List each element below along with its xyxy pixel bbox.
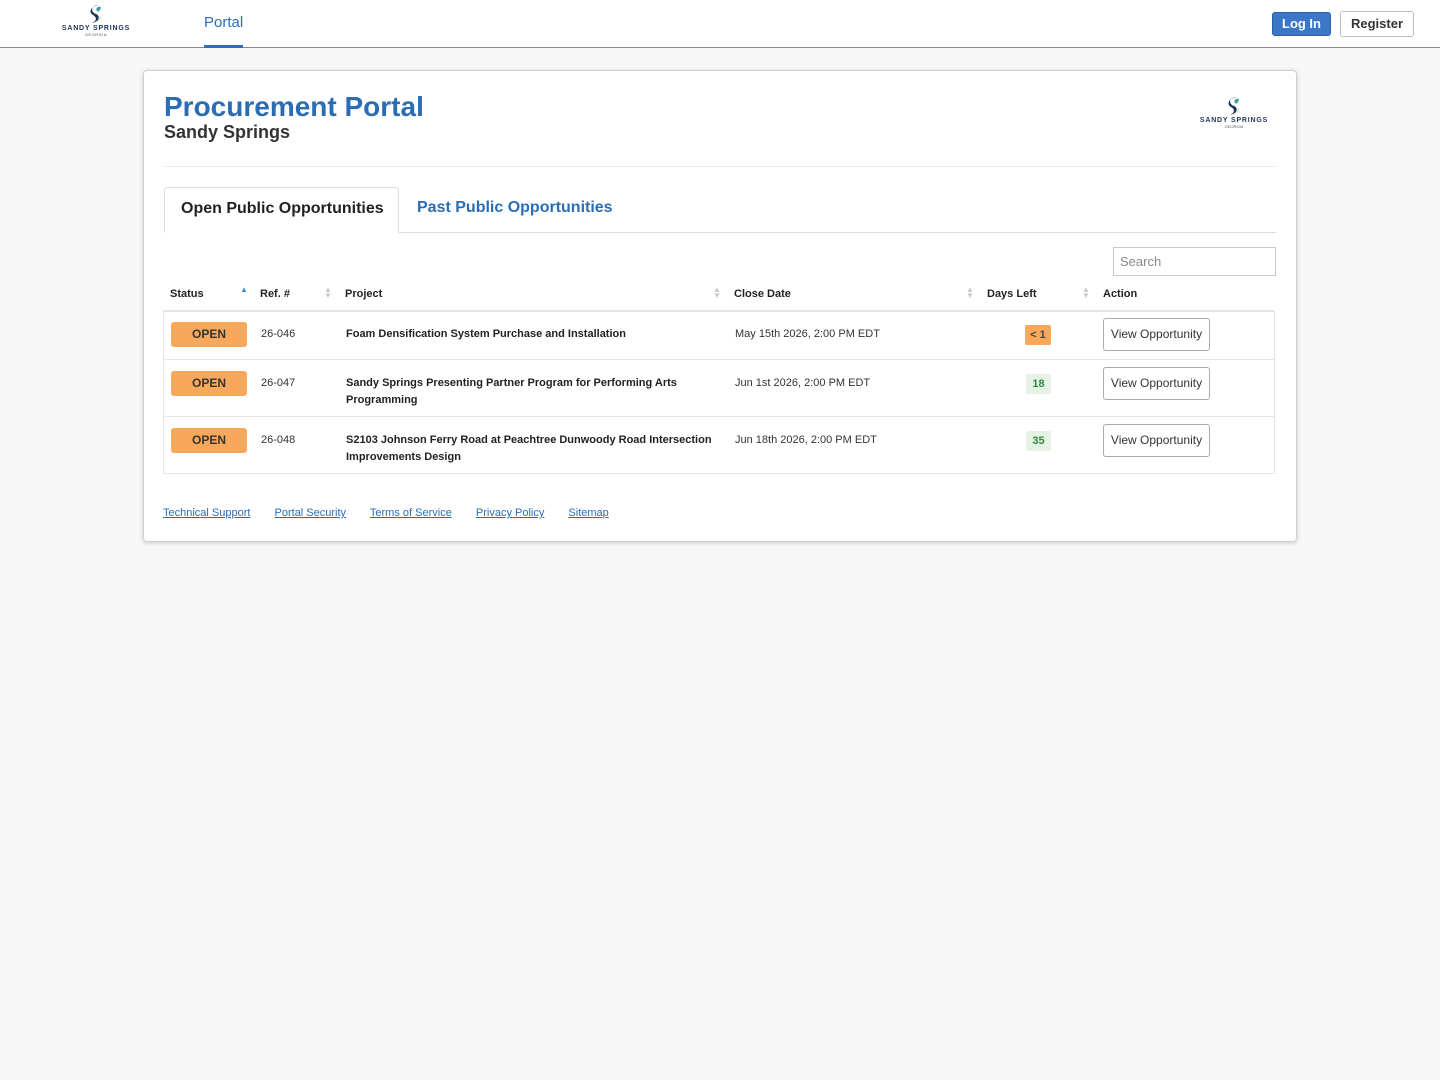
tab-open-opportunities[interactable]: Open Public Opportunities xyxy=(164,187,399,233)
footer-links: Technical Support Portal Security Terms … xyxy=(163,507,630,519)
card-logo-sub: GEORGIA xyxy=(1224,124,1244,129)
login-button[interactable]: Log In xyxy=(1272,12,1331,36)
opportunity-tabs: Open Public Opportunities Past Public Op… xyxy=(164,187,1276,233)
tab-past-opportunities[interactable]: Past Public Opportunities xyxy=(417,187,613,232)
sandy-springs-logo[interactable]: SANDY SPRINGS GEORGIA xyxy=(60,4,132,44)
register-button[interactable]: Register xyxy=(1340,11,1414,37)
view-opportunity-button[interactable]: View Opportunity xyxy=(1103,424,1210,457)
footer-link-sitemap[interactable]: Sitemap xyxy=(568,507,608,519)
footer-link-technical-support[interactable]: Technical Support xyxy=(163,507,250,519)
footer-link-terms-of-service[interactable]: Terms of Service xyxy=(370,507,452,519)
card-logo: SANDY SPRINGS GEORGIA xyxy=(1194,96,1274,129)
view-opportunity-button[interactable]: View Opportunity xyxy=(1103,367,1210,400)
view-opportunity-button[interactable]: View Opportunity xyxy=(1103,318,1210,351)
page-subtitle: Sandy Springs xyxy=(164,122,291,142)
page-title: Procurement Portal xyxy=(164,91,424,122)
nav-tab-portal[interactable]: Portal xyxy=(204,0,244,48)
brand-wordmark: SANDY SPRINGS xyxy=(61,25,131,32)
divider xyxy=(164,166,1276,167)
search-input[interactable] xyxy=(1113,247,1276,276)
card-logo-wordmark: SANDY SPRINGS xyxy=(1199,117,1269,124)
brand-sub: GEORGIA xyxy=(84,32,108,37)
procurement-card: Procurement Portal Sandy Springs SANDY S… xyxy=(143,70,1297,542)
top-navigation-bar: SANDY SPRINGS GEORGIA Portal Log In Regi… xyxy=(0,0,1440,48)
sandy-springs-logo-icon xyxy=(1228,97,1239,115)
footer-link-privacy-policy[interactable]: Privacy Policy xyxy=(476,507,544,519)
sandy-springs-logo-icon xyxy=(90,5,101,23)
footer-link-portal-security[interactable]: Portal Security xyxy=(275,507,347,519)
